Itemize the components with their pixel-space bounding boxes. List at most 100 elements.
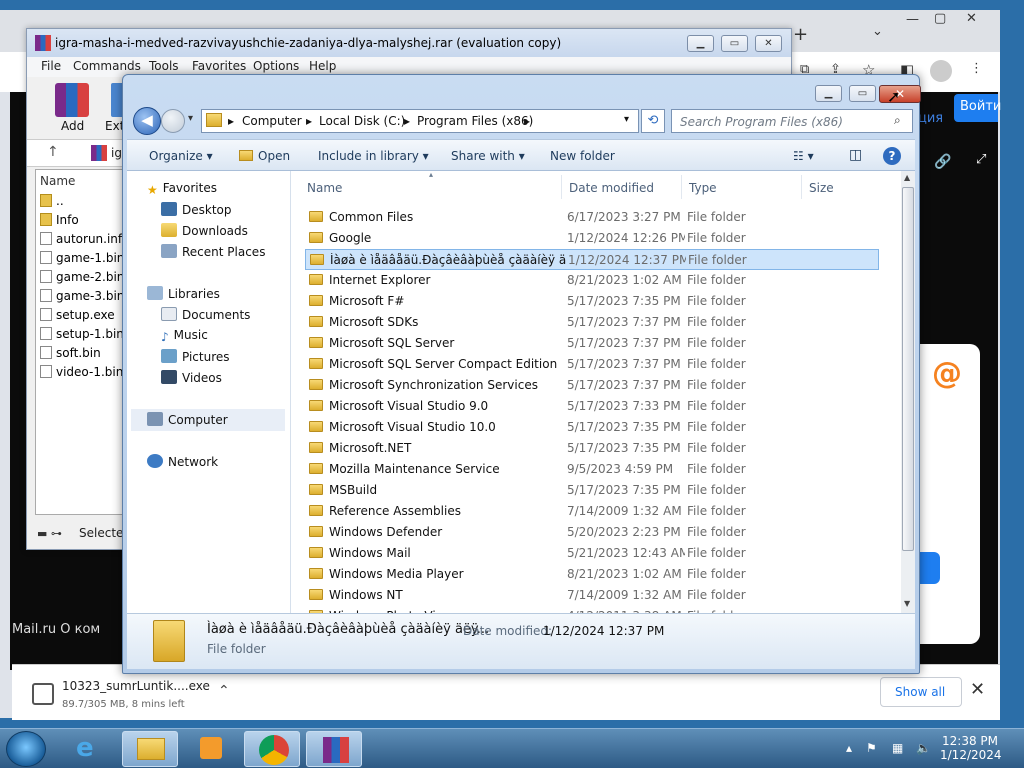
list-item[interactable]: video-1.bin bbox=[40, 365, 123, 379]
breadcrumb-sep-icon[interactable]: ▸ bbox=[228, 114, 234, 128]
organize-button[interactable]: Organize ▾ bbox=[149, 149, 213, 163]
list-item[interactable]: game-2.bin bbox=[40, 270, 124, 284]
winrar-minimize-button[interactable]: ▁ bbox=[687, 35, 714, 52]
recent-pages-chevron-icon[interactable]: ▾ bbox=[188, 113, 193, 124]
action-center-icon[interactable]: ⚑ bbox=[866, 741, 877, 755]
page-link-text[interactable]: ция bbox=[918, 111, 943, 126]
menu-tools[interactable]: Tools bbox=[149, 59, 179, 73]
address-dropdown-icon[interactable]: ▾ bbox=[624, 114, 629, 125]
preview-pane-icon[interactable]: ◫ bbox=[849, 147, 862, 163]
link-icon[interactable]: 🔗 bbox=[934, 154, 951, 170]
menu-help[interactable]: Help bbox=[309, 59, 336, 73]
add-button-label[interactable]: Add bbox=[61, 119, 84, 133]
search-icon[interactable]: ⌕ bbox=[894, 113, 901, 128]
taskbar-ie[interactable]: e bbox=[62, 731, 118, 767]
back-button[interactable]: ◀ bbox=[133, 107, 161, 135]
table-row[interactable]: Microsoft SQL Server Compact Edition 5/17… bbox=[305, 354, 879, 375]
browser-maximize-button[interactable]: ▢ bbox=[934, 11, 946, 26]
up-arrow-icon[interactable]: ↑ bbox=[47, 144, 59, 160]
winrar-close-button[interactable]: ✕ bbox=[755, 35, 782, 52]
table-row[interactable]: Google 1/12/2024 12:26 PM File folder bbox=[305, 228, 879, 249]
list-item[interactable]: Info bbox=[40, 213, 79, 227]
nav-music[interactable]: ♪ Music bbox=[161, 328, 208, 344]
nav-desktop[interactable]: Desktop bbox=[161, 202, 232, 217]
help-icon[interactable]: ? bbox=[883, 147, 901, 165]
menu-file[interactable]: File bbox=[41, 59, 61, 73]
column-header-size[interactable]: Size bbox=[809, 181, 834, 195]
new-tab-button[interactable]: + bbox=[793, 24, 808, 45]
menu-commands[interactable]: Commands bbox=[73, 59, 141, 73]
taskbar-explorer[interactable] bbox=[122, 731, 178, 767]
list-item[interactable]: game-1.bin bbox=[40, 251, 124, 265]
menu-favorites[interactable]: Favorites bbox=[192, 59, 246, 73]
nav-libraries[interactable]: Libraries bbox=[147, 286, 220, 301]
tray-expand-icon[interactable]: ▴ bbox=[846, 741, 852, 755]
menu-kebab-icon[interactable]: ⋮ bbox=[970, 61, 983, 76]
table-row[interactable]: Microsoft Synchronization Services 5/17/2… bbox=[305, 375, 879, 396]
download-chevron-icon[interactable]: ⌃ bbox=[218, 683, 230, 699]
table-row[interactable]: Common Files 6/17/2023 3:27 PM File folder bbox=[305, 207, 879, 228]
list-item[interactable]: soft.bin bbox=[40, 346, 101, 360]
table-row[interactable]: Windows Defender 5/20/2023 2:23 PM File fo… bbox=[305, 522, 879, 543]
refresh-button[interactable]: ⟲ bbox=[641, 109, 665, 133]
table-row[interactable]: Microsoft SQL Server 5/17/2023 7:37 PM Fil… bbox=[305, 333, 879, 354]
list-item[interactable]: game-3.bin bbox=[40, 289, 124, 303]
table-row[interactable]: Windows NT 7/14/2009 1:32 AM File folder bbox=[305, 585, 879, 606]
explorer-maximize-button[interactable]: ▭ bbox=[849, 85, 876, 102]
column-header-date[interactable]: Date modified bbox=[569, 181, 654, 195]
table-row[interactable]: Microsoft SDKs 5/17/2023 7:37 PM File fold… bbox=[305, 312, 879, 333]
taskbar-media-player[interactable] bbox=[182, 731, 238, 767]
list-item[interactable]: setup.exe bbox=[40, 308, 115, 322]
table-row[interactable]: Windows Mail 5/21/2023 12:43 AM File folde… bbox=[305, 543, 879, 564]
breadcrumb-local-disk[interactable]: Local Disk (C:) bbox=[319, 114, 405, 128]
clock[interactable]: 12:38 PM 1/12/2024 bbox=[940, 734, 1002, 762]
breadcrumb-sep-icon[interactable]: ▸ bbox=[404, 114, 410, 128]
nav-recent-places[interactable]: Recent Places bbox=[161, 244, 265, 259]
table-row[interactable]: Microsoft.NET 5/17/2023 7:35 PM File folde… bbox=[305, 438, 879, 459]
column-header-type[interactable]: Type bbox=[689, 181, 717, 195]
nav-documents[interactable]: Documents bbox=[161, 307, 250, 322]
breadcrumb-program-files[interactable]: Program Files (x86) bbox=[417, 114, 533, 128]
share-with-button[interactable]: Share with ▾ bbox=[451, 149, 525, 163]
add-archive-icon[interactable] bbox=[55, 83, 89, 117]
view-options-icon[interactable]: ☷ ▾ bbox=[793, 149, 814, 163]
breadcrumb-sep-icon[interactable]: ▸ bbox=[524, 114, 530, 128]
scroll-up-icon[interactable]: ▲ bbox=[904, 173, 910, 182]
network-tray-icon[interactable]: ▦ bbox=[892, 741, 903, 755]
profile-avatar-icon[interactable] bbox=[930, 60, 952, 82]
scrollbar-thumb[interactable] bbox=[902, 187, 914, 551]
taskbar-chrome[interactable] bbox=[244, 731, 300, 767]
tab-list-chevron-icon[interactable]: ⌄ bbox=[872, 24, 883, 39]
list-item[interactable]: autorun.inf bbox=[40, 232, 122, 246]
login-button[interactable]: Войти bbox=[954, 94, 1001, 122]
table-row[interactable]: Mozilla Maintenance Service 9/5/2023 4:59… bbox=[305, 459, 879, 480]
table-row[interactable]: Internet Explorer 8/21/2023 1:02 AM File f… bbox=[305, 270, 879, 291]
list-item[interactable]: .. bbox=[40, 194, 64, 208]
new-folder-button[interactable]: New folder bbox=[550, 149, 615, 163]
table-row[interactable]: Reference Assemblies 7/14/2009 1:32 AM Fil… bbox=[305, 501, 879, 522]
table-row[interactable]: Ìàøà è ìåäâåäü.Ðàçâèâàþùèå çàäàíèÿ äëÿ ì… bbox=[305, 249, 879, 270]
download-file-name[interactable]: 10323_sumrLuntik....exe bbox=[62, 679, 210, 693]
open-button[interactable]: Open bbox=[239, 149, 290, 163]
include-in-library-button[interactable]: Include in library ▾ bbox=[318, 149, 429, 163]
nav-favorites[interactable]: ★ Favorites bbox=[147, 181, 217, 197]
show-all-button[interactable]: Show all bbox=[880, 677, 962, 707]
table-row[interactable]: MSBuild 5/17/2023 7:35 PM File folder bbox=[305, 480, 879, 501]
download-bar-close-icon[interactable]: ✕ bbox=[970, 679, 985, 700]
breadcrumb-computer[interactable]: Computer bbox=[242, 114, 302, 128]
breadcrumb-sep-icon[interactable]: ▸ bbox=[306, 114, 312, 128]
winrar-titlebar[interactable]: igra-masha-i-medved-razvivayushchie-zada… bbox=[27, 29, 791, 57]
browser-close-button[interactable]: ✕ bbox=[966, 11, 977, 26]
column-header-name[interactable]: Name bbox=[40, 174, 75, 188]
nav-computer[interactable]: Computer bbox=[131, 409, 285, 431]
explorer-minimize-button[interactable]: ▁ bbox=[815, 85, 842, 102]
table-row[interactable]: Microsoft Visual Studio 10.0 5/17/2023 7:… bbox=[305, 417, 879, 438]
taskbar-winrar[interactable] bbox=[306, 731, 362, 767]
nav-network[interactable]: Network bbox=[147, 454, 218, 469]
scroll-down-icon[interactable]: ▼ bbox=[904, 599, 910, 608]
nav-pictures[interactable]: Pictures bbox=[161, 349, 230, 364]
forward-button[interactable] bbox=[161, 109, 185, 133]
table-row[interactable]: Windows Media Player 8/21/2023 1:02 AM Fil… bbox=[305, 564, 879, 585]
start-button[interactable] bbox=[6, 731, 46, 767]
volume-icon[interactable]: 🔈 bbox=[916, 741, 931, 755]
